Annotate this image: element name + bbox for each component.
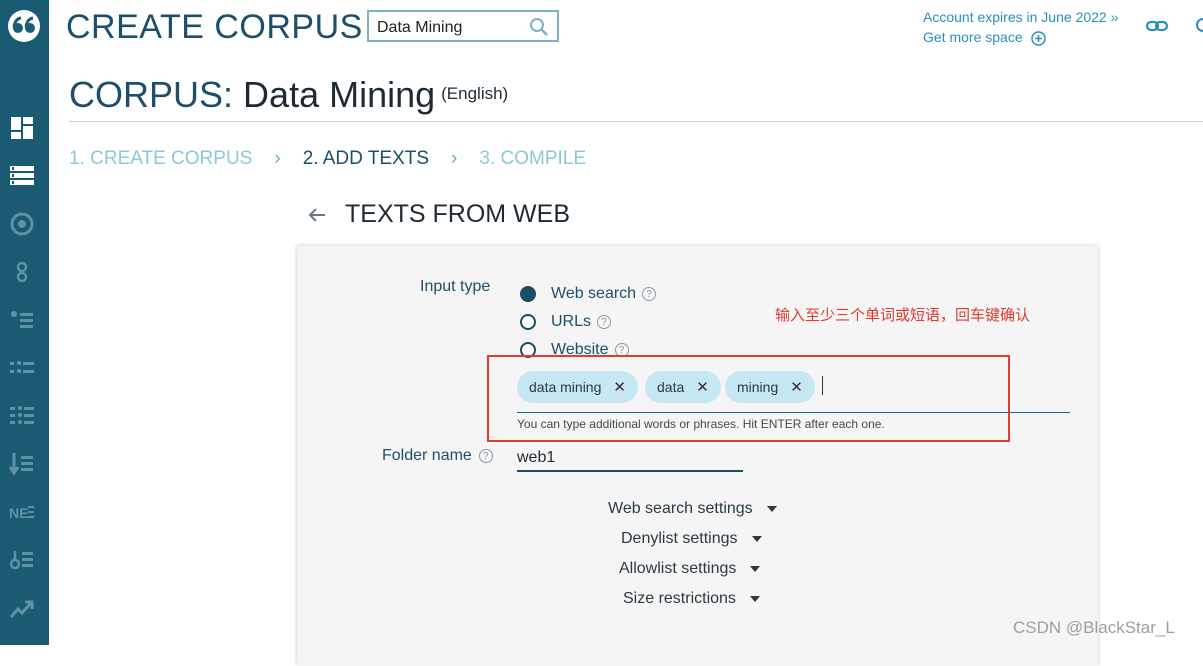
help-icon[interactable]: ? [478,449,493,463]
dashboard-icon[interactable] [8,114,36,142]
search-input[interactable] [375,16,529,40]
corpus-name: Data Mining [243,74,436,115]
corpus-heading: CORPUS: Data Mining (English) [69,74,508,116]
step-breadcrumb: 1. CREATE CORPUS › 2. ADD TEXTS › 3. COM… [69,148,586,170]
radio-urls-label: URLs [551,313,592,330]
corpus-list-icon[interactable] [8,162,36,190]
input-type-label: Input type [420,278,491,295]
section-title: TEXTS FROM WEB [345,200,570,228]
link-icon[interactable] [1145,14,1169,38]
get-more-space-label: Get more space [923,29,1023,45]
corpus-language: (English) [441,84,509,103]
ne-icon[interactable]: NE [8,498,36,526]
setting-label: Denylist settings [621,530,738,547]
sidebar: NE [0,0,49,645]
help-icon[interactable]: ? [597,315,612,329]
web-search-settings-toggle[interactable]: Web search settings [608,500,777,518]
concordance-icon[interactable] [8,258,36,286]
section-header: TEXTS FROM WEB [307,200,570,229]
trends-icon[interactable] [8,594,36,622]
wordlist-icon[interactable] [8,306,36,334]
annotation-note: 输入至少三个单词或短语，回车键确认 [775,307,1031,324]
caret-down-icon [750,566,761,572]
chevron-right-icon: › [451,148,458,169]
terms-icon[interactable] [8,546,36,574]
search-box[interactable] [367,10,559,42]
sort-icon[interactable] [8,450,36,478]
ngrams-icon[interactable] [8,402,36,430]
user-icon[interactable] [1196,18,1203,32]
folder-name-label: Folder name ? [382,447,493,465]
setting-label: Size restrictions [623,590,736,607]
search-icon[interactable] [529,17,549,37]
highlight-box [487,355,1010,442]
step-compile[interactable]: 3. COMPILE [479,148,586,170]
allowlist-settings-toggle[interactable]: Allowlist settings [619,560,761,578]
back-arrow-icon[interactable] [307,205,327,225]
folder-name-text: Folder name [382,447,472,464]
target-icon[interactable] [8,210,36,238]
caret-down-icon [751,536,762,542]
setting-label: Allowlist settings [619,560,737,577]
account-expires-link[interactable]: Account expires in June 2022 » [923,7,1118,27]
setting-label: Web search settings [608,500,753,517]
radio-dot[interactable] [520,286,536,302]
get-more-space-link[interactable]: Get more space [923,27,1118,47]
radio-web-search[interactable]: Web search ? [520,285,657,303]
caret-down-icon [749,596,760,602]
step-add-texts[interactable]: 2. ADD TEXTS [303,148,429,170]
folder-name-input[interactable] [517,446,743,472]
step-create-corpus[interactable]: 1. CREATE CORPUS [69,148,252,170]
radio-web-search-label: Web search [551,285,637,302]
size-restrictions-toggle[interactable]: Size restrictions [623,590,760,608]
corpus-label: CORPUS: [69,74,234,115]
logo-icon[interactable] [6,8,42,44]
chevron-right-icon: › [274,148,281,169]
radio-urls[interactable]: URLs ? [520,313,612,331]
denylist-settings-toggle[interactable]: Denylist settings [621,530,762,548]
page-title: CREATE CORPUS [66,8,363,46]
caret-down-icon [766,506,777,512]
account-info: Account expires in June 2022 » Get more … [923,7,1118,47]
watermark: CSDN @BlackStar_L [1013,618,1175,637]
plus-circle-icon [1030,31,1046,46]
radio-dot[interactable] [520,314,536,330]
svg-text:NE: NE [9,505,28,521]
divider [69,121,1203,122]
help-icon[interactable]: ? [642,287,657,301]
keywords-icon[interactable] [8,354,36,382]
